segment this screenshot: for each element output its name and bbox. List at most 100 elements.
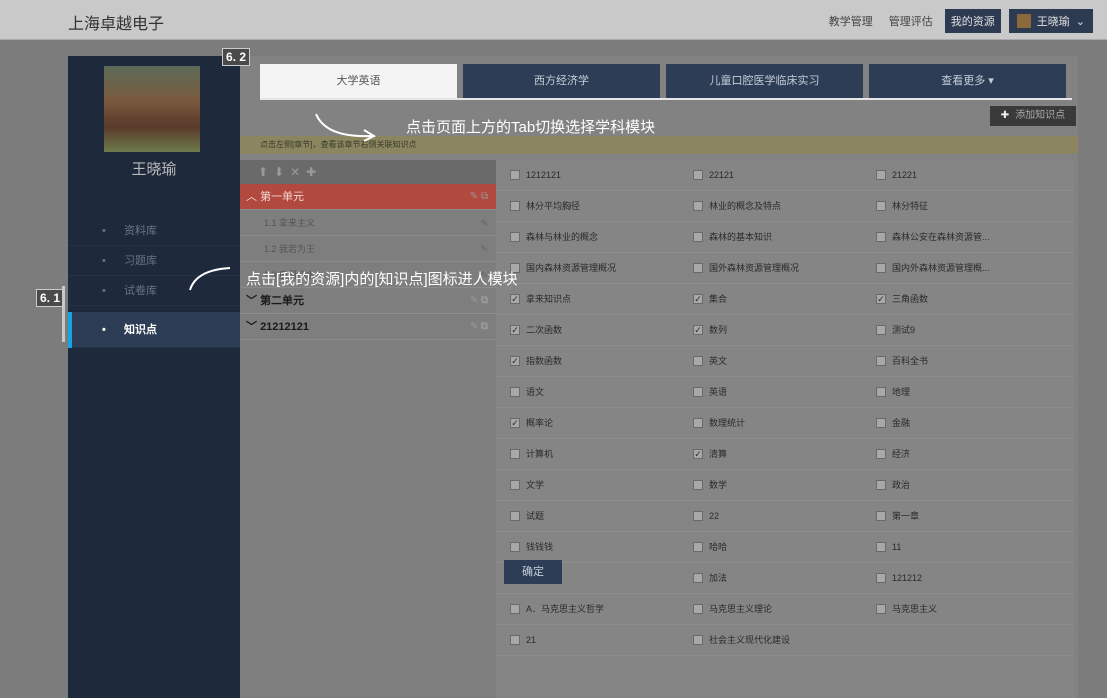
knowledge-checkbox[interactable]: ✓ bbox=[876, 294, 886, 304]
knowledge-item[interactable]: 地理 bbox=[862, 377, 1045, 407]
knowledge-item[interactable]: 森林公安在森林资源管... bbox=[862, 222, 1045, 252]
edit-icon[interactable]: ✎ ⧉ bbox=[470, 288, 488, 314]
edit-icon[interactable]: ✎ bbox=[480, 210, 488, 236]
knowledge-item[interactable]: 试题 bbox=[496, 501, 679, 531]
knowledge-checkbox[interactable] bbox=[693, 356, 703, 366]
knowledge-checkbox[interactable] bbox=[876, 201, 886, 211]
knowledge-checkbox[interactable] bbox=[693, 511, 703, 521]
knowledge-item[interactable]: 21 bbox=[496, 625, 679, 655]
knowledge-item[interactable] bbox=[862, 625, 1045, 655]
knowledge-item[interactable]: ✓ 指数函数 bbox=[496, 346, 679, 376]
knowledge-checkbox[interactable]: ✓ bbox=[510, 325, 520, 335]
knowledge-item[interactable]: 政治 bbox=[862, 470, 1045, 500]
knowledge-checkbox[interactable] bbox=[693, 232, 703, 242]
knowledge-item[interactable]: 哈哈 bbox=[679, 532, 862, 562]
knowledge-item[interactable]: 英文 bbox=[679, 346, 862, 376]
knowledge-checkbox[interactable] bbox=[510, 387, 520, 397]
knowledge-item[interactable]: 21221 bbox=[862, 160, 1045, 190]
tab-more[interactable]: 查看更多 ▾ bbox=[869, 64, 1066, 98]
sidebar-item-materials[interactable]: 资料库 bbox=[68, 216, 240, 246]
knowledge-item[interactable]: 马克思主义 bbox=[862, 594, 1045, 624]
knowledge-item[interactable]: 计算机 bbox=[496, 439, 679, 469]
knowledge-item[interactable]: 数理统计 bbox=[679, 408, 862, 438]
nav-my-resources[interactable]: 我的资源 bbox=[944, 9, 1001, 33]
knowledge-checkbox[interactable] bbox=[876, 449, 886, 459]
add-knowledge-button[interactable]: ✚ 添加知识点 bbox=[990, 106, 1076, 126]
knowledge-checkbox[interactable] bbox=[693, 170, 703, 180]
knowledge-checkbox[interactable] bbox=[876, 387, 886, 397]
knowledge-checkbox[interactable] bbox=[510, 542, 520, 552]
user-menu[interactable]: 王晓瑜 ⌄ bbox=[1008, 9, 1093, 33]
knowledge-item[interactable]: 林业的概念及特点 bbox=[679, 191, 862, 221]
knowledge-item[interactable]: ✓ 拿来知识点 bbox=[496, 284, 679, 314]
knowledge-item[interactable]: 22121 bbox=[679, 160, 862, 190]
edit-icon[interactable]: ✎ ⧉ bbox=[470, 314, 488, 340]
knowledge-checkbox[interactable]: ✓ bbox=[510, 418, 520, 428]
knowledge-item[interactable]: 林分平均胸径 bbox=[496, 191, 679, 221]
knowledge-item[interactable]: ✓ 概率论 bbox=[496, 408, 679, 438]
knowledge-item[interactable]: 22 bbox=[679, 501, 862, 531]
tab-western-economics[interactable]: 西方经济学 bbox=[463, 64, 660, 98]
tree-unit-1[interactable]: ︿ 第一单元 ✎ ⧉ bbox=[240, 184, 496, 210]
knowledge-item[interactable]: 森林与林业的概念 bbox=[496, 222, 679, 252]
knowledge-item[interactable]: 国内森林资源管理概况 bbox=[496, 253, 679, 283]
knowledge-item[interactable]: 英语 bbox=[679, 377, 862, 407]
knowledge-item[interactable]: 经济 bbox=[862, 439, 1045, 469]
knowledge-item[interactable]: 马克思主义理论 bbox=[679, 594, 862, 624]
knowledge-checkbox[interactable]: ✓ bbox=[510, 294, 520, 304]
edit-icon[interactable]: ✎ ⧉ bbox=[470, 184, 488, 210]
knowledge-item[interactable]: 1212121 bbox=[496, 160, 679, 190]
knowledge-checkbox[interactable] bbox=[876, 170, 886, 180]
confirm-button[interactable]: 确定 bbox=[504, 560, 562, 584]
knowledge-checkbox[interactable] bbox=[693, 418, 703, 428]
knowledge-checkbox[interactable] bbox=[693, 635, 703, 645]
tree-lesson[interactable]: 1.1 拿来主义 ✎ bbox=[240, 210, 496, 236]
knowledge-checkbox[interactable] bbox=[876, 418, 886, 428]
tree-toolbar[interactable]: ⬆⬇✕✚ bbox=[240, 160, 496, 184]
knowledge-checkbox[interactable]: ✓ bbox=[693, 325, 703, 335]
knowledge-item[interactable]: 社会主义现代化建设 bbox=[679, 625, 862, 655]
tree-unit-3[interactable]: ﹀ 21212121 ✎ ⧉ bbox=[240, 314, 496, 340]
knowledge-item[interactable]: ✓ 三角函数 bbox=[862, 284, 1045, 314]
knowledge-item[interactable]: 国内外森林资源管理概... bbox=[862, 253, 1045, 283]
knowledge-checkbox[interactable] bbox=[693, 573, 703, 583]
knowledge-checkbox[interactable] bbox=[693, 480, 703, 490]
knowledge-item[interactable]: 121212 bbox=[862, 563, 1045, 593]
knowledge-checkbox[interactable]: ✓ bbox=[510, 356, 520, 366]
knowledge-item[interactable]: 钱钱钱 bbox=[496, 532, 679, 562]
knowledge-checkbox[interactable] bbox=[693, 201, 703, 211]
knowledge-checkbox[interactable] bbox=[510, 635, 520, 645]
knowledge-checkbox[interactable] bbox=[693, 387, 703, 397]
knowledge-item[interactable]: 林分特征 bbox=[862, 191, 1045, 221]
knowledge-item[interactable]: ✓ 二次函数 bbox=[496, 315, 679, 345]
knowledge-checkbox[interactable] bbox=[693, 542, 703, 552]
knowledge-checkbox[interactable] bbox=[876, 480, 886, 490]
knowledge-checkbox[interactable] bbox=[876, 356, 886, 366]
knowledge-checkbox[interactable] bbox=[510, 449, 520, 459]
nav-evaluation[interactable]: 管理评估 bbox=[885, 9, 937, 33]
knowledge-checkbox[interactable] bbox=[510, 480, 520, 490]
knowledge-checkbox[interactable] bbox=[876, 542, 886, 552]
knowledge-checkbox[interactable]: ✓ bbox=[693, 449, 703, 459]
tree-unit-2[interactable]: ﹀ 第二单元 ✎ ⧉ bbox=[240, 288, 496, 314]
knowledge-item[interactable]: A．马克思主义哲学 bbox=[496, 594, 679, 624]
knowledge-checkbox[interactable] bbox=[693, 604, 703, 614]
knowledge-item[interactable]: 加法 bbox=[679, 563, 862, 593]
knowledge-checkbox[interactable]: ✓ bbox=[693, 294, 703, 304]
knowledge-item[interactable]: 金融 bbox=[862, 408, 1045, 438]
knowledge-checkbox[interactable] bbox=[510, 170, 520, 180]
knowledge-item[interactable]: ✓ 数列 bbox=[679, 315, 862, 345]
knowledge-item[interactable]: ✓ 清算 bbox=[679, 439, 862, 469]
tree-lesson[interactable]: 1.2 我若为王 ✎ bbox=[240, 236, 496, 262]
knowledge-checkbox[interactable] bbox=[876, 263, 886, 273]
knowledge-checkbox[interactable] bbox=[876, 573, 886, 583]
nav-teaching[interactable]: 教学管理 bbox=[825, 9, 877, 33]
knowledge-checkbox[interactable] bbox=[876, 511, 886, 521]
knowledge-item[interactable]: 森林的基本知识 bbox=[679, 222, 862, 252]
knowledge-item[interactable]: 百科全书 bbox=[862, 346, 1045, 376]
knowledge-item[interactable]: 第一章 bbox=[862, 501, 1045, 531]
knowledge-checkbox[interactable] bbox=[876, 325, 886, 335]
sidebar-item-knowledge[interactable]: 知识点 bbox=[68, 312, 240, 348]
knowledge-checkbox[interactable] bbox=[510, 232, 520, 242]
knowledge-checkbox[interactable] bbox=[693, 263, 703, 273]
